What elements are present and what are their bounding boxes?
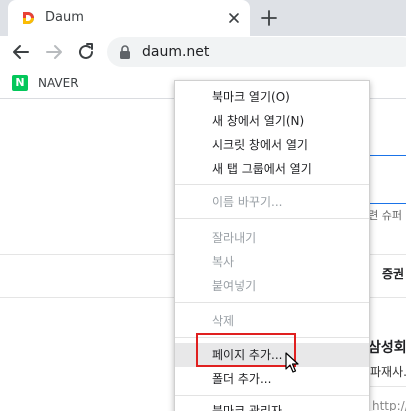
close-tab-icon[interactable] — [226, 10, 242, 26]
lock-icon[interactable] — [119, 45, 131, 59]
menu-item-paste[interactable]: 붙여넣기 — [175, 274, 369, 298]
menu-separator — [175, 302, 369, 303]
page-headline[interactable]: 삼성회 — [368, 340, 406, 356]
annotation-highlight-box — [196, 333, 296, 367]
forward-arrow-icon[interactable] — [42, 40, 66, 64]
menu-item-label: 북마크 관리자 — [212, 404, 283, 411]
page-text: http://D — [372, 399, 406, 411]
new-tab-icon[interactable] — [258, 7, 280, 29]
menu-item-add-folder[interactable]: 폴더 추가... — [175, 367, 369, 391]
menu-item-delete[interactable]: 삭제 — [175, 309, 369, 333]
menu-item-open-tab-group[interactable]: 새 탭 그룹에서 열기 — [175, 157, 369, 181]
tab-daum[interactable]: Daum — [8, 0, 250, 36]
bookmark-label: NAVER — [38, 76, 79, 90]
daum-favicon-icon — [20, 10, 36, 26]
menu-item-label: 새 탭 그룹에서 열기 — [212, 162, 312, 176]
page-nav-item[interactable]: 증권 — [382, 266, 404, 282]
menu-item-label: 북마크 열기(O) — [212, 90, 290, 104]
menu-item-cut[interactable]: 잘라내기 — [175, 226, 369, 250]
menu-item-open-bookmark[interactable]: 북마크 열기(O) — [175, 85, 369, 109]
address-bar[interactable]: daum.net — [107, 37, 406, 67]
menu-item-bookmark-manager[interactable]: 북마크 관리자 — [175, 399, 369, 411]
menu-item-label: 붙여넣기 — [212, 279, 257, 293]
tab-title: Daum — [45, 10, 84, 25]
menu-separator — [175, 218, 369, 219]
naver-n-icon: N — [12, 75, 28, 91]
tab-strip: Daum — [0, 0, 406, 36]
menu-item-open-incognito[interactable]: 시크릿 창에서 열기 — [175, 133, 369, 157]
menu-item-label: 복사 — [212, 255, 235, 269]
menu-item-label: 삭제 — [212, 314, 235, 328]
menu-item-label: 시크릿 창에서 열기 — [212, 138, 308, 152]
menu-separator — [175, 184, 369, 185]
menu-item-label: 잘라내기 — [212, 231, 257, 245]
menu-item-rename[interactable]: 이름 바꾸기... — [175, 190, 369, 214]
mouse-pointer-icon — [285, 352, 299, 373]
page-text: 파재사. — [370, 365, 406, 379]
menu-item-label: 새 창에서 열기(N) — [212, 114, 305, 128]
reload-icon[interactable] — [74, 40, 98, 64]
back-arrow-icon[interactable] — [9, 40, 33, 64]
menu-item-label: 이름 바꾸기... — [212, 195, 283, 209]
menu-item-label: 폴더 추가... — [212, 372, 272, 386]
browser-window: Daum daum.net N NAVER 등련 슈퍼 증권 삼성회 파재사. … — [0, 0, 406, 411]
browser-toolbar: daum.net — [0, 36, 406, 67]
menu-separator — [175, 395, 369, 396]
url-text[interactable]: daum.net — [142, 43, 209, 61]
menu-item-open-new-window[interactable]: 새 창에서 열기(N) — [175, 109, 369, 133]
menu-item-copy[interactable]: 복사 — [175, 250, 369, 274]
